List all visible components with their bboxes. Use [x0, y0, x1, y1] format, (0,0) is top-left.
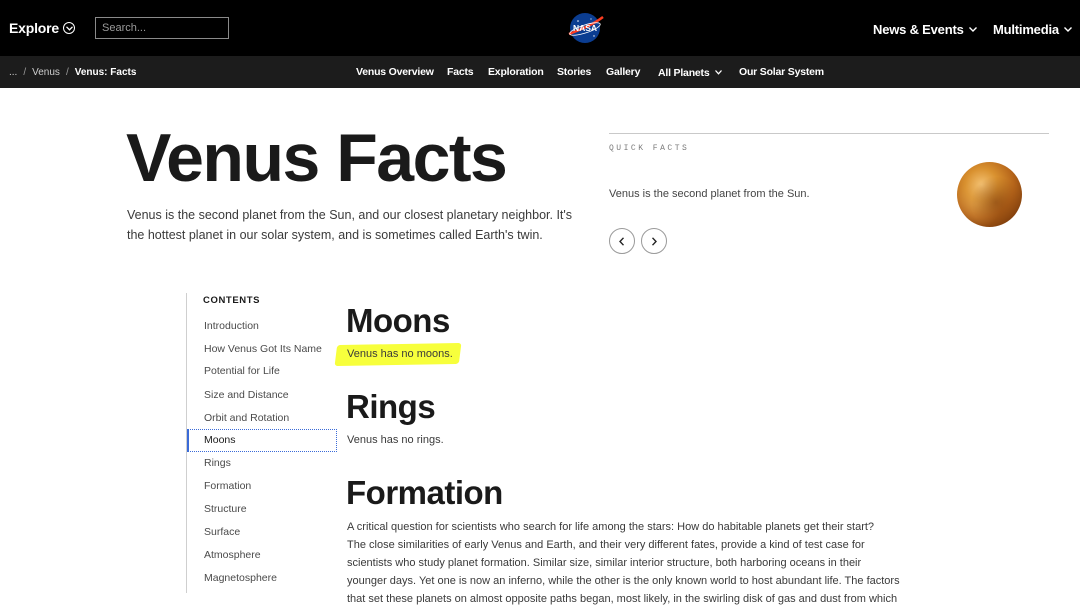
toc-item-potential-for-life[interactable]: Potential for Life [187, 360, 337, 383]
toc-item-surface[interactable]: Surface [187, 521, 337, 544]
formation-line: scientists who study planet formation. S… [347, 557, 862, 569]
subnav-facts[interactable]: Facts [447, 66, 474, 78]
subnav-exploration[interactable]: Exploration [488, 66, 544, 78]
page-intro: Venus is the second planet from the Sun,… [127, 208, 573, 242]
chevron-right-icon [651, 237, 657, 246]
subnav-gallery[interactable]: Gallery [606, 66, 640, 78]
quick-facts-label: QUICK FACTS [609, 144, 690, 153]
nav-multimedia-label: Multimedia [993, 22, 1059, 37]
breadcrumb-venus[interactable]: Venus [32, 67, 60, 78]
explore-menu-label[interactable]: Explore [9, 20, 59, 36]
chevron-down-icon [968, 20, 977, 35]
page-title: Venus Facts [126, 120, 508, 196]
quick-facts-divider [609, 133, 1049, 134]
search-input[interactable] [95, 17, 229, 39]
contents-heading: CONTENTS [203, 295, 261, 306]
subnav-our-solar-system[interactable]: Our Solar System [739, 66, 824, 78]
chevron-left-icon [619, 237, 625, 246]
chevron-down-icon [715, 66, 723, 78]
formation-line: that set these planets on almost opposit… [347, 593, 898, 605]
moons-text: Venus has no moons. [347, 348, 453, 360]
subnav-venus-overview[interactable]: Venus Overview [356, 66, 434, 78]
quick-fact-text: Venus is the second planet from the Sun. [609, 188, 810, 200]
breadcrumb-ellipsis[interactable]: ... [9, 67, 17, 78]
table-of-contents: CONTENTS Introduction How Venus Got Its … [186, 293, 337, 593]
subnav-all-planets-label: All Planets [658, 67, 710, 79]
formation-paragraph: A critical question for scientists who s… [347, 518, 917, 608]
toc-item-introduction[interactable]: Introduction [187, 315, 337, 338]
section-heading-moons: Moons [346, 302, 450, 339]
rings-text: Venus has no rings. [347, 434, 444, 446]
section-navigation-bar: ... / Venus / Venus: Facts Venus Overview Fa… [0, 56, 1080, 88]
explore-toggle-icon[interactable] [63, 22, 75, 34]
section-heading-rings: Rings [346, 388, 436, 425]
toc-item-formation[interactable]: Formation [187, 475, 337, 498]
section-heading-formation: Formation [346, 474, 503, 511]
nav-news-events[interactable]: News & Events [873, 20, 977, 37]
venus-image [957, 162, 1022, 227]
toc-item-structure[interactable]: Structure [187, 498, 337, 521]
formation-line: A critical question for scientists who s… [347, 521, 875, 533]
logo-wordmark: NASA [573, 23, 597, 33]
toc-item-moons[interactable]: Moons [187, 429, 337, 452]
toc-item-rings[interactable]: Rings [187, 452, 337, 475]
formation-line: younger days. Yet one is now an inferno,… [347, 575, 900, 587]
toc-item-orbit-and-rotation[interactable]: Orbit and Rotation [187, 407, 337, 430]
toc-item-magnetosphere[interactable]: Magnetosphere [187, 567, 337, 590]
quick-facts-next-button[interactable] [641, 228, 667, 254]
quick-facts-prev-button[interactable] [609, 228, 635, 254]
chevron-down-icon [1063, 20, 1072, 35]
toc-item-how-venus-got-its-name[interactable]: How Venus Got Its Name [187, 338, 337, 361]
top-navigation-bar: Explore NASA News & Events Multimedia [0, 0, 1080, 56]
toc-item-size-and-distance[interactable]: Size and Distance [187, 384, 337, 407]
nav-news-events-label: News & Events [873, 22, 964, 37]
subnav-stories[interactable]: Stories [557, 66, 591, 78]
breadcrumb-current: Venus: Facts [74, 67, 137, 78]
nasa-logo[interactable]: NASA [567, 12, 605, 44]
toc-item-atmosphere[interactable]: Atmosphere [187, 544, 337, 567]
nav-multimedia[interactable]: Multimedia [993, 20, 1072, 37]
subnav-all-planets[interactable]: All Planets [658, 66, 723, 79]
formation-line: The close similarities of early Venus an… [347, 539, 865, 551]
breadcrumb: ... / Venus / Venus: Facts [9, 67, 137, 78]
